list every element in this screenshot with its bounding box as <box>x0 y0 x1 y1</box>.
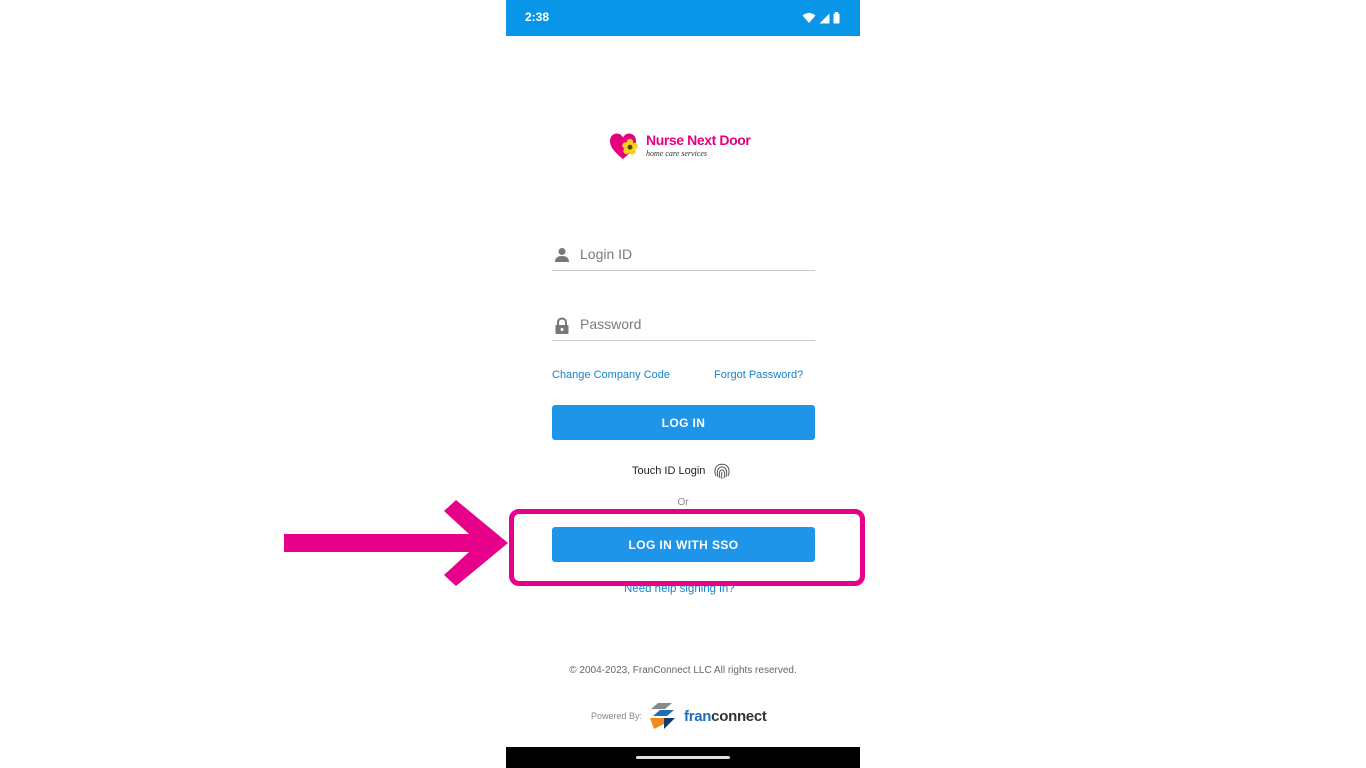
franconnect-logo-icon <box>650 703 676 729</box>
franconnect-wordmark-fran: fran <box>684 707 712 725</box>
user-icon <box>555 248 569 262</box>
password-input[interactable] <box>580 316 810 332</box>
battery-icon <box>833 12 840 24</box>
login-id-input[interactable] <box>580 246 810 262</box>
franconnect-wordmark: franconnect <box>684 708 767 725</box>
login-id-field[interactable] <box>552 240 815 271</box>
brand-tagline: home care services <box>646 149 708 158</box>
franconnect-wordmark-connect: connect <box>711 707 767 725</box>
login-button[interactable]: LOG IN <box>552 405 815 440</box>
navigation-bar <box>506 747 860 768</box>
password-field[interactable] <box>552 310 815 341</box>
signal-icon <box>819 13 830 23</box>
touch-id-label: Touch ID Login <box>632 465 706 477</box>
pointer-arrow-icon <box>284 500 508 586</box>
forgot-password-link[interactable]: Forgot Password? <box>714 369 803 381</box>
or-divider-text: Or <box>677 497 689 508</box>
phone-screen: 2:38 Nurse Next Door home care services … <box>506 0 860 768</box>
copyright-text: © 2004-2023, FranConnect LLC All rights … <box>569 665 797 676</box>
wifi-icon <box>802 13 816 23</box>
status-time: 2:38 <box>525 10 550 24</box>
nurse-next-door-logo: Nurse Next Door home care services <box>610 130 760 162</box>
brand-name: Nurse Next Door <box>646 132 751 148</box>
status-icons <box>802 10 840 26</box>
nurse-next-door-logo-icon <box>610 133 638 159</box>
powered-by: Powered By: franconnect <box>591 702 767 730</box>
fingerprint-icon <box>714 463 730 480</box>
home-gesture-pill[interactable] <box>636 756 730 759</box>
powered-by-label: Powered By: <box>591 711 643 721</box>
touch-id-login[interactable]: Touch ID Login <box>632 460 732 482</box>
change-company-code-link[interactable]: Change Company Code <box>552 369 670 381</box>
sso-highlight-box <box>509 509 865 586</box>
status-bar: 2:38 <box>506 0 860 36</box>
lock-icon <box>555 317 569 334</box>
